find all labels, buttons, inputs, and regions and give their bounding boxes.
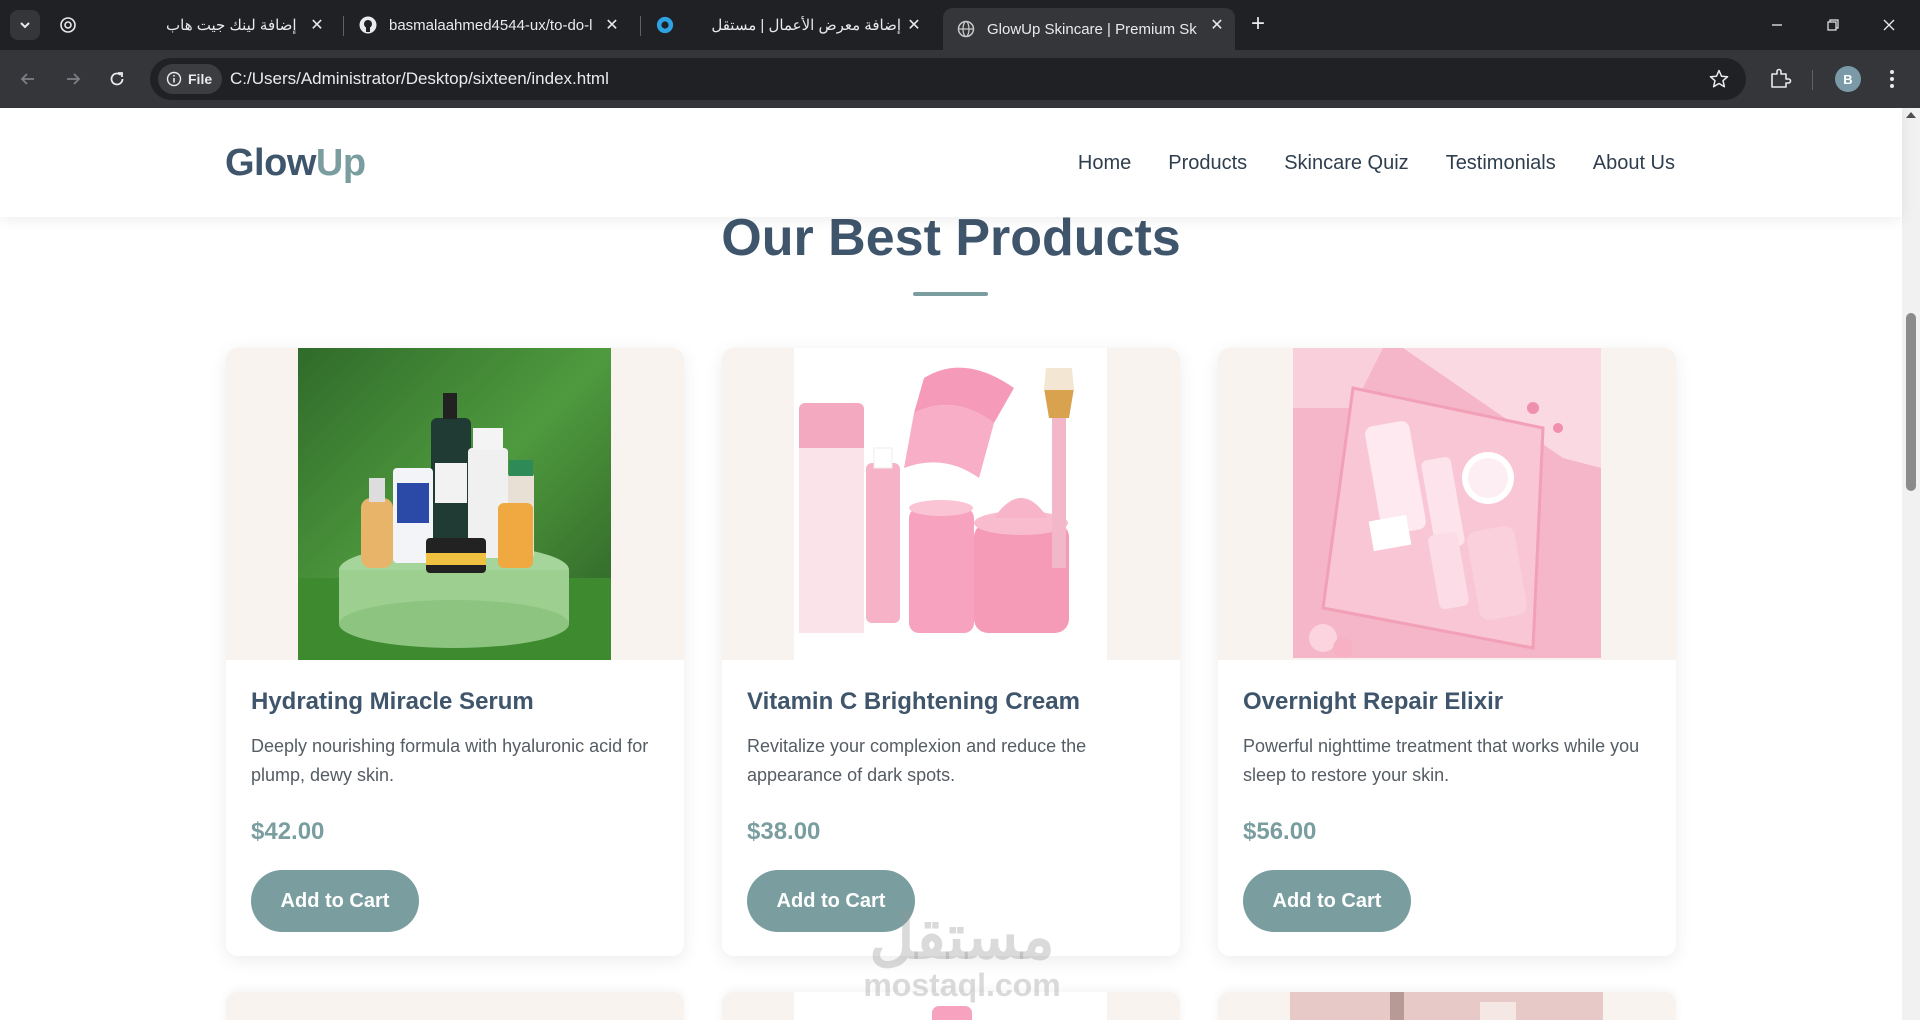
chevron-down-icon (20, 22, 30, 29)
close-icon[interactable]: ✕ (602, 15, 622, 35)
back-button[interactable] (13, 64, 43, 94)
close-icon[interactable]: ✕ (1207, 15, 1227, 35)
reload-icon (110, 72, 124, 86)
chatgpt-icon (60, 17, 76, 33)
site-info-label: File (188, 71, 213, 87)
product-description: Revitalize your complexion and reduce th… (747, 736, 1087, 785)
browser-toolbar: File C:/Users/Administrator/Desktop/sixt… (0, 50, 1920, 108)
logo-text-glow: Glow (225, 142, 316, 184)
restore-button[interactable] (1810, 8, 1856, 42)
site-logo[interactable]: GlowUp (225, 142, 366, 185)
watermark-domain: mostaql.com (863, 967, 1061, 1003)
product-card: Vitamin C Brightening Cream Revitalize y… (722, 348, 1180, 956)
product-card-body: Vitamin C Brightening Cream Revitalize y… (722, 348, 1180, 956)
forward-arrow-icon (67, 73, 81, 85)
add-to-cart-button[interactable]: Add to Cart (251, 870, 419, 932)
scroll-up-arrow-icon[interactable] (1906, 112, 1916, 118)
globe-icon (957, 20, 975, 38)
reload-button[interactable] (102, 64, 132, 94)
forward-button[interactable] (58, 64, 88, 94)
product-image-serum (298, 348, 611, 660)
product-card-body: Overnight Repair Elixir Powerful nightti… (1218, 348, 1676, 956)
product-card: Overnight Repair Elixir Powerful nightti… (1218, 348, 1676, 956)
bookmark-star-icon[interactable] (1708, 68, 1730, 90)
tab-github-link[interactable]: إضافة لينك جيت هاب ✕ (150, 8, 335, 42)
info-icon (166, 71, 182, 87)
more-menu-icon[interactable] (1882, 66, 1902, 92)
tab-mostaql[interactable]: إضافة معرض الأعمال | مستقل ✕ (642, 8, 932, 42)
scroll-thumb[interactable] (1906, 313, 1916, 491)
address-bar[interactable]: File C:/Users/Administrator/Desktop/sixt… (150, 58, 1746, 100)
tab-separator (640, 16, 641, 36)
close-icon[interactable]: ✕ (307, 15, 327, 35)
page-viewport: GlowUp Home Products Skincare Quiz Testi… (0, 108, 1920, 1020)
close-icon[interactable]: ✕ (904, 15, 924, 35)
nav-testimonials[interactable]: Testimonials (1446, 152, 1556, 175)
product-image-elixir (1293, 348, 1601, 658)
toolbar-separator (1812, 70, 1813, 90)
tab-glowup-active[interactable]: GlowUp Skincare | Premium Skin ✕ (943, 8, 1235, 50)
site-header: GlowUp Home Products Skincare Quiz Testi… (0, 108, 1902, 217)
nav-about-us[interactable]: About Us (1593, 152, 1675, 175)
site-info-button[interactable]: File (158, 64, 223, 94)
tab-title: إضافة معرض الأعمال | مستقل (711, 17, 901, 34)
product-image-area (1218, 348, 1676, 660)
product-image-area (722, 348, 1180, 660)
add-to-cart-button[interactable]: Add to Cart (1243, 870, 1411, 932)
product-card: Hydrating Miracle Serum Deeply nourishin… (226, 348, 684, 956)
logo-text-up: Up (315, 142, 366, 184)
tab-title: إضافة لينك جيت هاب (166, 17, 297, 34)
main-nav: Home Products Skincare Quiz Testimonials… (1078, 152, 1675, 175)
chatgpt-pinned-tab[interactable] (56, 13, 80, 37)
mostaql-icon (656, 16, 674, 34)
minimize-icon (1772, 24, 1782, 26)
product-price: $56.00 (1243, 818, 1317, 845)
product-price: $38.00 (747, 818, 821, 845)
tab-github-repo[interactable]: basmalaahmed4544-ux/to-do-l ✕ (345, 8, 630, 42)
product-card-next-row (226, 992, 684, 1020)
nav-home[interactable]: Home (1078, 152, 1131, 175)
tab-title: GlowUp Skincare | Premium Skin (987, 20, 1197, 38)
close-icon (1883, 19, 1895, 31)
restore-icon (1827, 19, 1839, 31)
product-name[interactable]: Hydrating Miracle Serum (251, 688, 534, 716)
extensions-puzzle-icon[interactable] (1768, 66, 1792, 90)
product-name[interactable]: Overnight Repair Elixir (1243, 688, 1503, 716)
tab-separator (343, 16, 344, 36)
product-card-next-row (1218, 992, 1676, 1020)
tab-title: basmalaahmed4544-ux/to-do-l (389, 16, 593, 34)
product-card-body: Hydrating Miracle Serum Deeply nourishin… (226, 348, 684, 956)
product-name[interactable]: Vitamin C Brightening Cream (747, 688, 1080, 716)
browser-tabstrip: إضافة لينك جيت هاب ✕ basmalaahmed4544-ux… (0, 0, 1920, 50)
minimize-button[interactable] (1754, 8, 1800, 42)
close-window-button[interactable] (1866, 8, 1912, 42)
url-text[interactable]: C:/Users/Administrator/Desktop/sixteen/i… (230, 69, 609, 89)
new-tab-button[interactable]: + (1245, 12, 1271, 38)
title-underline (913, 292, 988, 296)
section-title: Our Best Products (721, 209, 1181, 267)
product-description: Powerful nighttime treatment that works … (1243, 736, 1640, 785)
back-arrow-icon (20, 73, 34, 85)
page-scrollbar[interactable] (1902, 108, 1920, 1020)
watermark: مستقل mostaql.com (842, 903, 1082, 1003)
github-icon (359, 16, 377, 34)
nav-products[interactable]: Products (1168, 152, 1247, 175)
product-image-partial (1290, 992, 1603, 1020)
product-image-cream (794, 348, 1107, 660)
product-description: Deeply nourishing formula with hyaluroni… (251, 736, 649, 785)
tab-search-button[interactable] (10, 10, 40, 40)
nav-skincare-quiz[interactable]: Skincare Quiz (1284, 152, 1409, 175)
product-image-area (226, 348, 684, 660)
watermark-arabic: مستقل (869, 903, 1055, 972)
profile-avatar[interactable]: B (1835, 66, 1861, 92)
product-price: $42.00 (251, 818, 325, 845)
